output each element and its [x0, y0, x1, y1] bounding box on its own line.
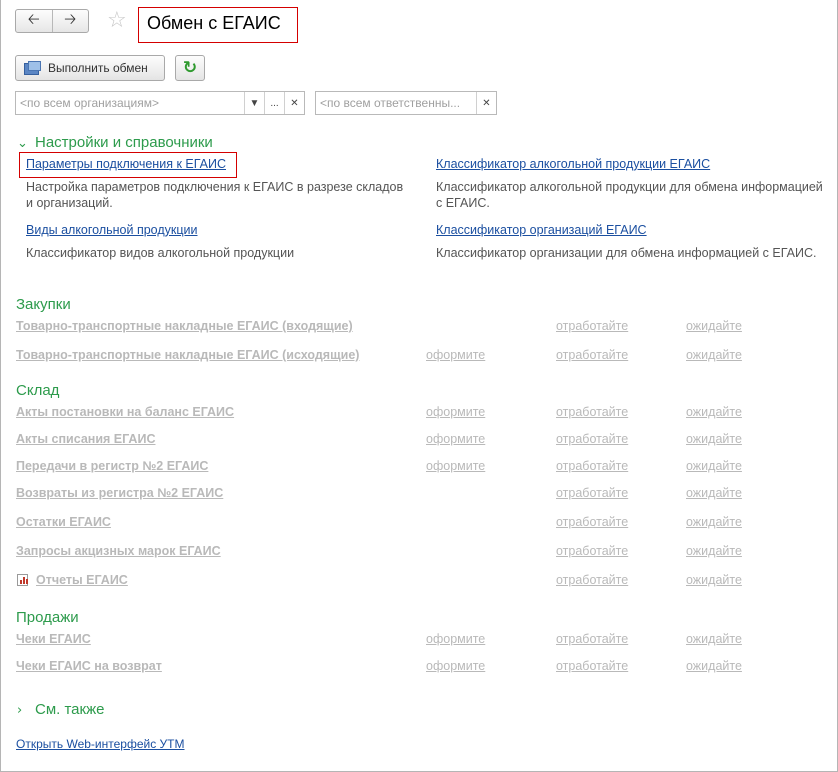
nav-buttons: 🡠 🡢	[15, 9, 89, 33]
alcohol-classifier-link[interactable]: Классификатор алкогольной продукции ЕГАИ…	[436, 157, 710, 171]
purchases-group-title: Закупки	[16, 296, 71, 313]
utm-web-interface-link[interactable]: Открыть Web-интерфейс УТМ	[16, 737, 185, 751]
wait-link[interactable]: ожидайте	[686, 659, 742, 673]
report-icon	[17, 574, 28, 586]
run-exchange-label: Выполнить обмен	[48, 61, 148, 75]
see-also-group-title: См. также	[35, 701, 105, 718]
receipts-link[interactable]: Чеки ЕГАИС	[16, 632, 91, 646]
arrow-right-icon[interactable]: 🡢	[51, 10, 89, 32]
clear-icon[interactable]: ✕	[284, 92, 304, 114]
wait-link[interactable]: ожидайте	[686, 544, 742, 558]
create-link[interactable]: оформите	[426, 405, 485, 419]
create-link[interactable]: оформите	[426, 659, 485, 673]
organizations-classifier-desc: Классификатор организации для обмена инф…	[436, 246, 817, 260]
organization-filter[interactable]: <по всем организациям> ▼ ... ✕	[15, 91, 305, 115]
see-also-group-header[interactable]: › См. также	[17, 701, 104, 718]
desc-line: Классификатор алкогольной продукции для …	[436, 180, 823, 194]
alcohol-classifier-desc: Классификатор алкогольной продукции для …	[436, 179, 823, 211]
balance-acts-link[interactable]: Акты постановки на баланс ЕГАИС	[16, 405, 234, 419]
wait-link[interactable]: ожидайте	[686, 573, 742, 587]
process-link[interactable]: отработайте	[556, 405, 628, 419]
desc-line: с ЕГАИС.	[436, 196, 490, 210]
stock-link[interactable]: Остатки ЕГАИС	[16, 515, 111, 529]
wait-link[interactable]: ожидайте	[686, 515, 742, 529]
desc-line: Настройка параметров подключения к ЕГАИС…	[26, 180, 404, 194]
settings-group-title: Настройки и справочники	[35, 134, 213, 151]
wait-link[interactable]: ожидайте	[686, 486, 742, 500]
wait-link[interactable]: ожидайте	[686, 348, 742, 362]
warehouse-group-title: Склад	[16, 382, 60, 399]
create-link[interactable]: оформите	[426, 459, 485, 473]
alcohol-types-link[interactable]: Виды алкогольной продукции	[26, 223, 198, 237]
connection-params-link[interactable]: Параметры подключения к ЕГАИС	[26, 157, 226, 171]
wait-link[interactable]: ожидайте	[686, 405, 742, 419]
sales-group-title: Продажи	[16, 609, 79, 626]
wait-link[interactable]: ожидайте	[686, 632, 742, 646]
process-link[interactable]: отработайте	[556, 544, 628, 558]
create-link[interactable]: оформите	[426, 632, 485, 646]
select-button[interactable]: ...	[264, 92, 284, 114]
ttn-incoming-link[interactable]: Товарно-транспортные накладные ЕГАИС (вх…	[16, 319, 353, 333]
run-exchange-button[interactable]: Выполнить обмен	[15, 55, 165, 81]
process-link[interactable]: отработайте	[556, 486, 628, 500]
process-link[interactable]: отработайте	[556, 573, 628, 587]
settings-group-header[interactable]: ⌄ Настройки и справочники	[17, 134, 213, 151]
chevron-down-icon: ⌄	[17, 136, 28, 151]
page-title: Обмен с ЕГАИС	[147, 13, 281, 33]
refresh-icon: ↻	[182, 58, 198, 78]
create-link[interactable]: оформите	[426, 348, 485, 362]
process-link[interactable]: отработайте	[556, 459, 628, 473]
ttn-outgoing-link[interactable]: Товарно-транспортные накладные ЕГАИС (ис…	[16, 348, 359, 362]
chevron-right-icon: ›	[17, 703, 23, 718]
organizations-classifier-link[interactable]: Классификатор организаций ЕГАИС	[436, 223, 647, 237]
process-link[interactable]: отработайте	[556, 659, 628, 673]
create-link[interactable]: оформите	[426, 432, 485, 446]
reports-link[interactable]: Отчеты ЕГАИС	[36, 573, 128, 587]
arrow-left-icon[interactable]: 🡠	[16, 10, 52, 32]
wait-link[interactable]: ожидайте	[686, 432, 742, 446]
process-link[interactable]: отработайте	[556, 432, 628, 446]
desc-line: и организаций.	[26, 196, 113, 210]
return-receipts-link[interactable]: Чеки ЕГАИС на возврат	[16, 659, 162, 673]
star-icon[interactable]: ☆	[107, 8, 127, 34]
refresh-button[interactable]: ↻	[175, 55, 205, 81]
alcohol-types-desc: Классификатор видов алкогольной продукци…	[26, 246, 295, 260]
dropdown-arrow-icon[interactable]: ▼	[244, 92, 264, 114]
wait-link[interactable]: ожидайте	[686, 319, 742, 333]
writeoff-acts-link[interactable]: Акты списания ЕГАИС	[16, 432, 155, 446]
responsible-filter[interactable]: <по всем ответственны... ✕	[315, 91, 497, 115]
register2-returns-link[interactable]: Возвраты из регистра №2 ЕГАИС	[16, 486, 223, 500]
register2-transfers-link[interactable]: Передачи в регистр №2 ЕГАИС	[16, 459, 208, 473]
exchange-icon	[24, 61, 41, 75]
organization-filter-input[interactable]: <по всем организациям>	[16, 92, 244, 114]
wait-link[interactable]: ожидайте	[686, 459, 742, 473]
window-frame	[0, 0, 838, 772]
responsible-filter-input[interactable]: <по всем ответственны...	[316, 92, 476, 114]
excise-requests-link[interactable]: Запросы акцизных марок ЕГАИС	[16, 544, 221, 558]
connection-params-desc: Настройка параметров подключения к ЕГАИС…	[26, 179, 403, 211]
process-link[interactable]: отработайте	[556, 348, 628, 362]
clear-icon[interactable]: ✕	[476, 92, 496, 114]
process-link[interactable]: отработайте	[556, 632, 628, 646]
process-link[interactable]: отработайте	[556, 515, 628, 529]
process-link[interactable]: отработайте	[556, 319, 628, 333]
title-highlight: Обмен с ЕГАИС	[138, 7, 298, 43]
